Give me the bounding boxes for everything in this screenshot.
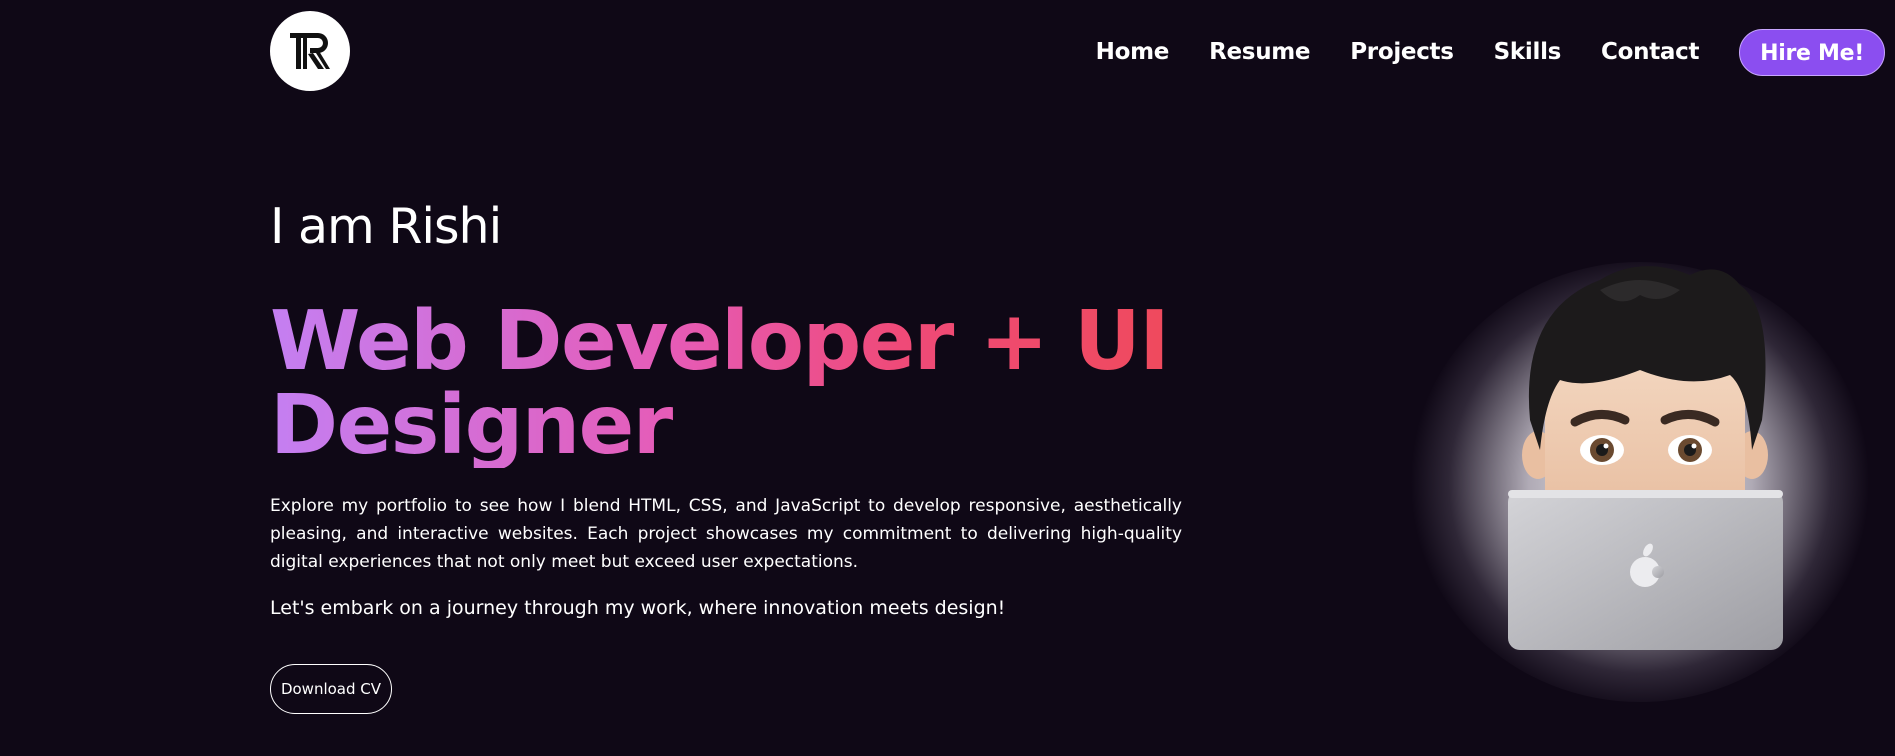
- portfolio-page: Home Resume Projects Skills Contact Hire…: [0, 0, 1895, 756]
- r-monogram-icon: [290, 33, 330, 69]
- main-nav: Home Resume Projects Skills Contact Hire…: [1096, 27, 1885, 77]
- memoji-laptop-avatar: [1508, 266, 1783, 650]
- headline: Web Developer + UI Designer: [270, 300, 1170, 468]
- headline-line-1: Web Developer + UI: [270, 294, 1169, 389]
- nav-resume-link[interactable]: Resume: [1209, 39, 1310, 65]
- logo-icon[interactable]: [270, 11, 350, 91]
- nav-projects-link[interactable]: Projects: [1350, 39, 1454, 65]
- nav-contact-link[interactable]: Contact: [1601, 39, 1699, 65]
- hero-description: Explore my portfolio to see how I blend …: [270, 496, 1182, 572]
- nav-skills-link[interactable]: Skills: [1494, 39, 1562, 65]
- hero-tagline: Let's embark on a journey through my wor…: [270, 597, 1006, 619]
- download-cv-button[interactable]: Download CV: [270, 664, 392, 714]
- nav-home-link[interactable]: Home: [1096, 39, 1170, 65]
- hire-me-button[interactable]: Hire Me!: [1739, 28, 1885, 76]
- headline-line-2: Designer: [270, 378, 672, 473]
- intro-heading: I am Rishi: [270, 198, 502, 255]
